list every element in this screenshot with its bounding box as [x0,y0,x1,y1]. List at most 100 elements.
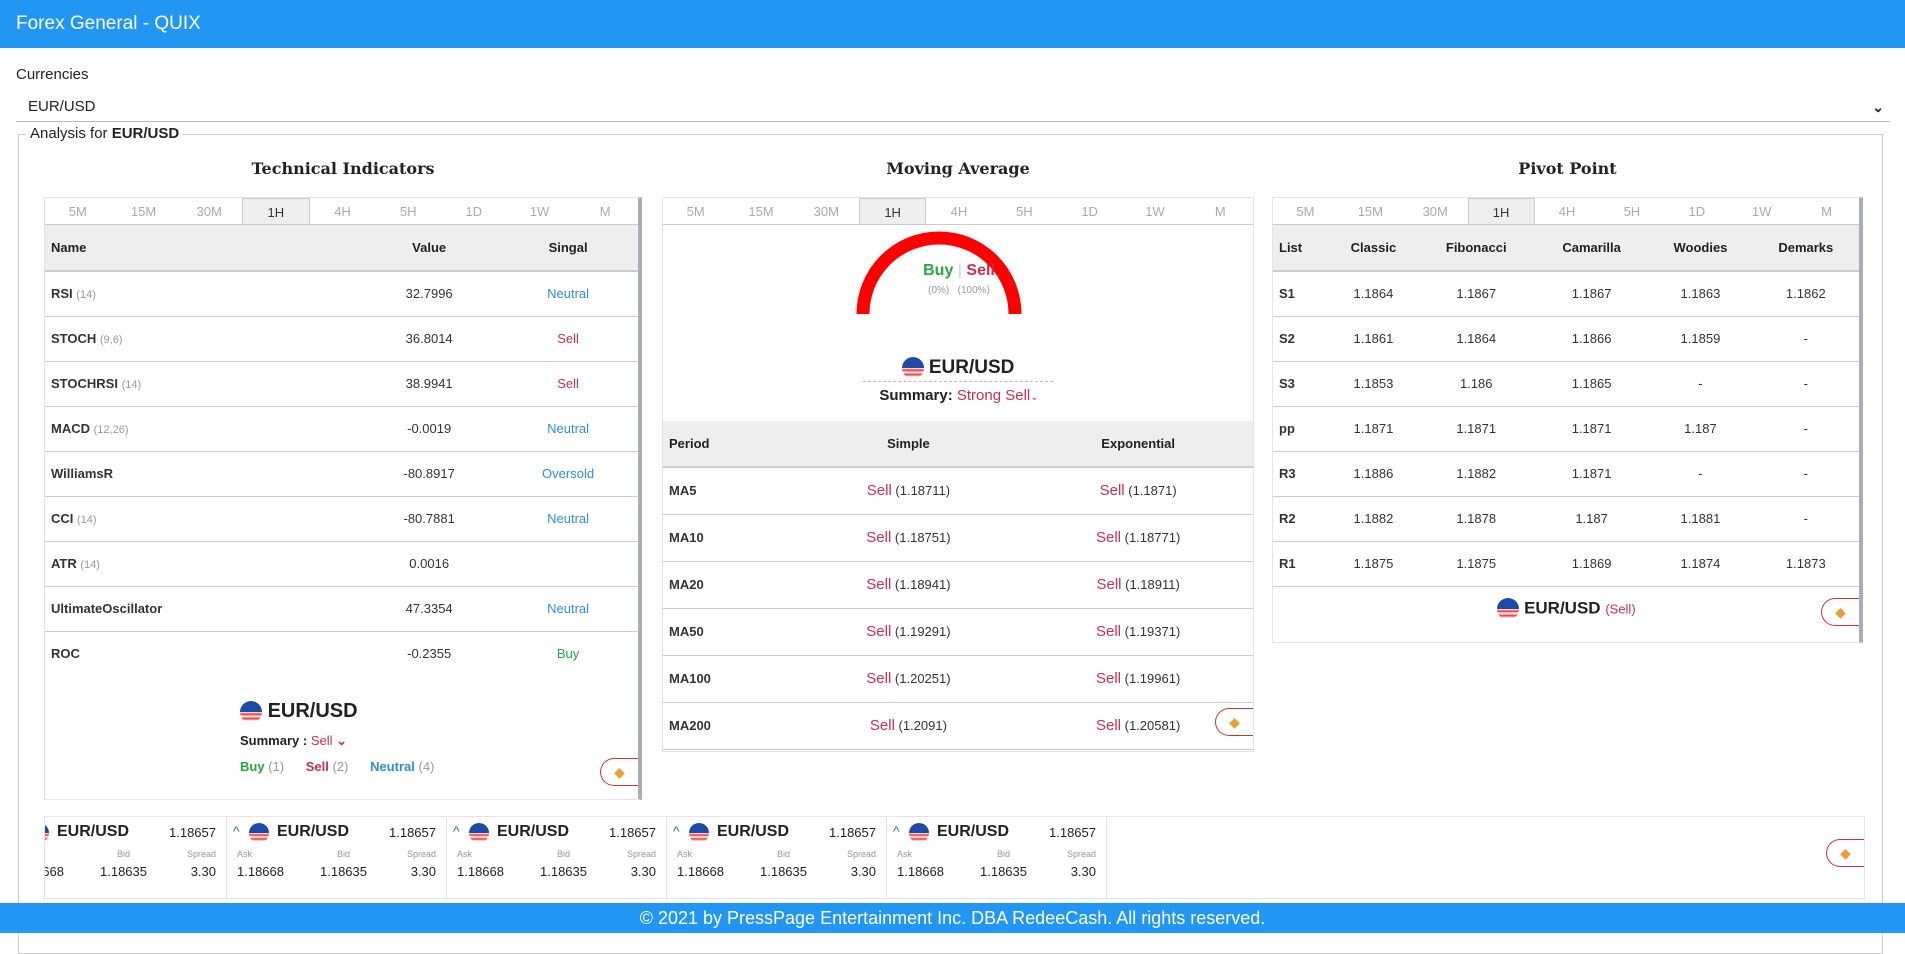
tab-1h[interactable]: 1H [1467,198,1535,224]
ticker-pair: EUR/USD [57,823,130,840]
ticker-item: ^EUR/USD1.18657AskBidSpread1.186681.1863… [887,817,1107,898]
indicator-label: STOCH [51,331,97,346]
table-row: STOCHRSI (14) 38.9941 Sell [45,361,638,407]
indicator-value: 32.7996 [360,271,499,317]
ticker-price: 1.18657 [1049,825,1096,840]
count-value: (1) [268,759,285,774]
ma-value: (1.19961) [1124,671,1181,686]
tab-5h[interactable]: 5H [992,198,1057,224]
column-header: Exponential [1023,421,1253,468]
pivot-value: - [1752,406,1859,452]
ticker-pair: EUR/USD [497,823,570,840]
tab-15m[interactable]: 15M [111,198,177,224]
tab-1d[interactable]: 1D [1057,198,1122,224]
up-arrow-icon: ^ [233,823,240,839]
indicator-name: UltimateOscillator [45,586,361,632]
feedback-button[interactable]: ◆ [1215,708,1253,736]
count-buy: Buy [240,759,265,774]
ticker-item: ^EUR/USD1.18657AskBidSpread1.186681.1863… [667,817,887,898]
tab-5m[interactable]: 5M [45,198,111,224]
tab-5h[interactable]: 5H [375,198,441,224]
eur-usd-flag-icon [45,823,49,843]
ticker-price: 1.18657 [829,825,876,840]
pivot-value: 1.1886 [1329,451,1418,497]
tab-1h[interactable]: 1H [858,198,927,224]
tab-m[interactable]: M [1794,198,1859,224]
tab-15m[interactable]: 15M [1338,198,1403,224]
tab-5m[interactable]: 5M [663,198,728,224]
technical-pair: EUR/USD [267,700,358,722]
bid-value: 1.18635 [540,864,587,879]
tab-1d[interactable]: 1D [1664,198,1729,224]
tab-m[interactable]: M [572,198,638,224]
bid-value: 1.18635 [100,864,147,879]
tab-30m[interactable]: 30M [1403,198,1468,224]
tab-4h[interactable]: 4H [926,198,991,224]
spread-value: 3.30 [410,864,436,879]
indicator-value: -0.0019 [360,406,499,452]
indicator-label: MACD [51,421,90,436]
tab-1w[interactable]: 1W [1729,198,1794,224]
tab-4h[interactable]: 4H [1535,198,1600,224]
bid-label: Bid [777,849,791,859]
pivot-level: S1 [1273,271,1330,317]
ask-label: Ask [897,849,913,859]
up-arrow-icon: ^ [453,823,460,839]
ask-value: 1.18668 [45,864,64,879]
feedback-button[interactable]: ◆ [600,758,638,786]
pivot-value: 1.187 [1534,496,1649,542]
feedback-button[interactable]: ◆ [1826,839,1864,867]
gauge-sell-pct: (100%) [957,285,990,296]
ma-value: (1.2091) [898,718,947,733]
ticker-pair: EUR/USD [277,823,350,840]
currency-select[interactable]: EUR/USD ⌄ [16,92,1890,122]
double-chevron-down-icon: ⌄ [1030,392,1039,403]
pivot-value: - [1752,361,1859,407]
technical-summary: EUR/USD Summary : Sell ⌄ Buy (1) Sell (2… [240,700,456,774]
bid-value: 1.18635 [320,864,367,879]
timeframe-tabs: 5M 15M 30M 1H 4H 5H 1D 1W M [1273,198,1859,225]
column-header: Camarilla [1534,225,1649,272]
ma-signal: Sell [1095,529,1121,546]
pivot-value: 1.1873 [1752,541,1859,587]
indicator-signal: Neutral [498,271,638,317]
ma-signal: Sell [869,717,895,734]
tab-1w[interactable]: 1W [1122,198,1187,224]
tab-15m[interactable]: 15M [728,198,793,224]
pivot-value: 1.1864 [1329,271,1418,317]
tab-1d[interactable]: 1D [441,198,507,224]
feedback-button[interactable]: ◆ [1821,598,1859,626]
ask-label: Ask [677,849,693,859]
tab-1w[interactable]: 1W [507,198,573,224]
ticker-item: ^EUR/USD1.18657AskBidSpread1.186681.1863… [45,817,227,898]
table-row: S2 1.1861 1.1864 1.1866 1.1859- [1273,316,1859,362]
pivot-value: 1.1882 [1329,496,1418,542]
tab-5h[interactable]: 5H [1599,198,1664,224]
column-header: Woodies [1648,225,1753,272]
analysis-legend: Analysis for EUR/USD [26,125,184,142]
tab-4h[interactable]: 4H [310,198,376,224]
ma-exp: Sell (1.18911) [1023,561,1253,609]
tab-1h[interactable]: 1H [242,198,310,224]
pivot-value: 1.1871 [1534,451,1649,497]
tab-m[interactable]: M [1188,198,1253,224]
tab-30m[interactable]: 30M [176,198,242,224]
ticker-price: 1.18657 [169,825,216,840]
ticker-strip: ^ EUR/USD 1.18657 Ask Bid Spread 1.18668 1.1863… [44,816,1865,899]
spread-label: Spread [1066,849,1096,859]
column-header: List [1273,225,1330,272]
gauge-buy-pct: (0%) [928,285,950,296]
indicator-label: CCI [51,511,74,526]
pivot-value: 1.1866 [1534,316,1649,362]
indicator-label: STOCHRSI [51,376,118,391]
pivot-panel: 5M 15M 30M 1H 4H 5H 1D 1W M List Classic Fibonacci… [1272,197,1863,643]
ma-value: (1.18941) [894,577,951,592]
ma-period: MA50 [663,608,794,656]
tab-30m[interactable]: 30M [794,198,859,224]
ma-value: (1.18711) [895,483,951,499]
indicator-signal: Sell [498,361,638,407]
table-row: S3 1.1853 1.186 1.1865- - [1273,361,1859,407]
tab-5m[interactable]: 5M [1273,198,1338,224]
pivot-value: 1.187 [1648,406,1753,452]
technical-table: Name Value Singal RSI (14) 32.7996 Neutral STO… [45,225,638,676]
